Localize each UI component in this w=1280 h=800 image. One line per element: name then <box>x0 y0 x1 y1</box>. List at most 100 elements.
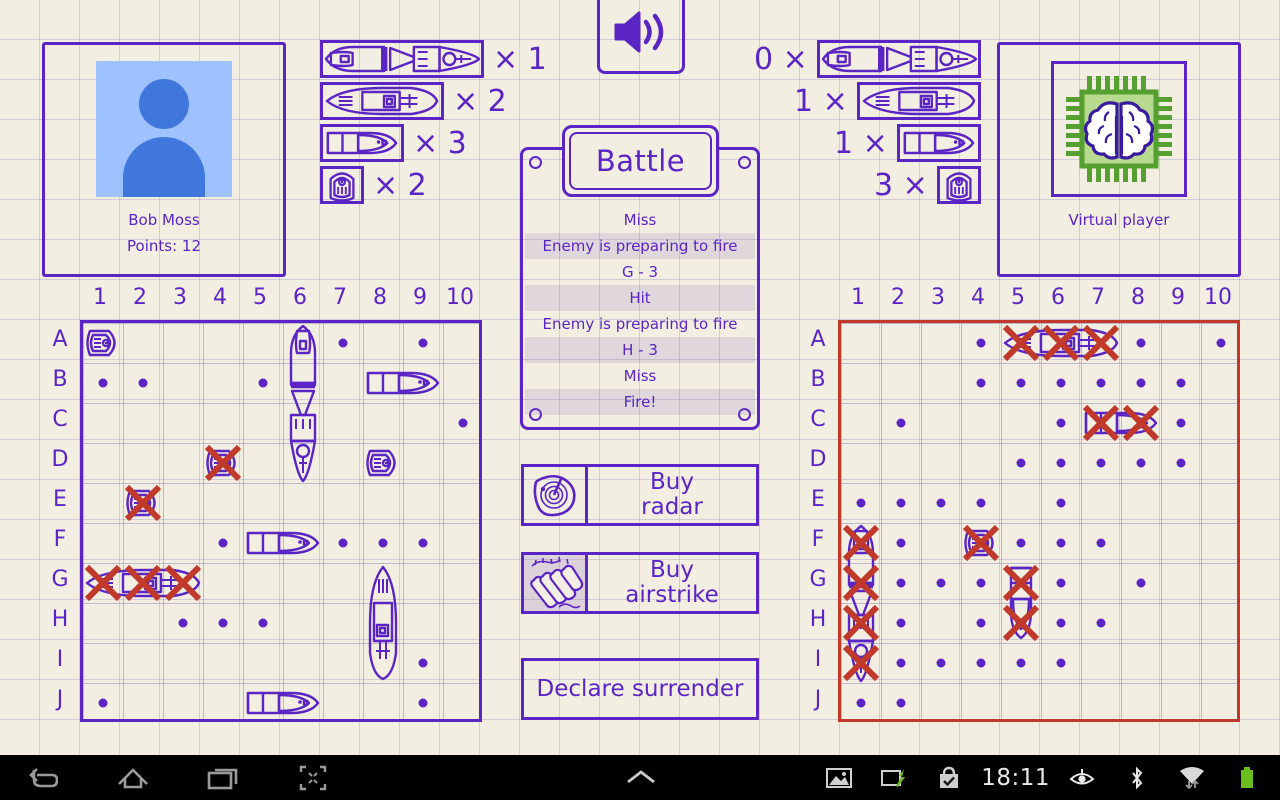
ship-count-cruiser: 1 × <box>794 83 848 119</box>
miss-marker <box>363 523 403 563</box>
fleet-counter-enemy: 0 × 1 × 1 × 3 × <box>745 38 981 206</box>
miss-marker <box>1041 483 1081 523</box>
battle-log-entry: Hit <box>525 285 755 311</box>
own-col-label: 3 <box>173 285 187 310</box>
miss-marker <box>881 643 921 683</box>
miss-marker <box>881 563 921 603</box>
enemy-row-label: J <box>814 687 822 712</box>
ship-count-submarine: × 2 <box>373 167 427 203</box>
miss-marker <box>323 323 363 363</box>
ship-count-destroyer: × 3 <box>413 125 467 161</box>
miss-marker <box>1001 443 1041 483</box>
player-name: Bob Moss <box>128 211 200 229</box>
miss-marker <box>403 643 443 683</box>
keyboard-up-icon[interactable] <box>618 763 664 793</box>
usb-debug-icon[interactable] <box>871 763 917 793</box>
miss-marker <box>1081 443 1121 483</box>
enemy-col-label: 8 <box>1131 285 1145 310</box>
buy-airstrike-line2: airstrike <box>625 582 719 608</box>
own-board-grid <box>80 320 482 722</box>
battery-icon <box>1224 763 1270 793</box>
own-col-label: 8 <box>373 285 387 310</box>
miss-marker <box>1041 643 1081 683</box>
buy-radar-button[interactable]: Buy radar <box>521 464 759 526</box>
buy-radar-label: Buy radar <box>588 470 756 520</box>
miss-marker <box>961 483 1001 523</box>
player-card-ai: Virtual player <box>997 42 1241 277</box>
miss-marker <box>961 643 1001 683</box>
enemy-col-label: 2 <box>891 285 905 310</box>
fleet-row-cruiser: 1 × <box>745 80 981 122</box>
sound-toggle-button[interactable] <box>597 0 685 74</box>
own-col-label: 10 <box>446 285 474 310</box>
own-row-label: I <box>56 647 64 672</box>
miss-marker <box>841 483 881 523</box>
own-row-label: D <box>51 447 69 472</box>
hit-marker <box>123 483 163 523</box>
miss-marker <box>1161 403 1201 443</box>
own-row-label: G <box>51 567 69 592</box>
miss-marker <box>403 323 443 363</box>
miss-marker <box>1041 363 1081 403</box>
own-row-label: F <box>53 527 67 552</box>
miss-marker <box>1121 443 1161 483</box>
miss-marker <box>921 563 961 603</box>
ship-icon-destroyer <box>896 124 981 162</box>
ship-destroyer <box>243 523 323 563</box>
hit-marker <box>841 523 881 563</box>
ship-icon-cruiser <box>856 82 981 120</box>
hit-marker <box>203 443 243 483</box>
hit-marker <box>841 603 881 643</box>
buy-radar-line2: radar <box>641 494 703 520</box>
battle-log-entry: Miss <box>623 211 657 229</box>
own-row-label: J <box>56 687 64 712</box>
miss-marker <box>1041 603 1081 643</box>
back-icon[interactable] <box>20 763 66 793</box>
miss-marker <box>961 563 1001 603</box>
ship-icon-cruiser <box>320 82 444 120</box>
enemy-row-label: C <box>810 407 826 432</box>
miss-marker <box>841 683 881 723</box>
miss-marker <box>203 603 243 643</box>
fleet-row-submarine: 3 × <box>745 164 981 206</box>
miss-marker <box>1201 323 1241 363</box>
enemy-board-grid[interactable] <box>838 320 1240 722</box>
screenshot-icon[interactable] <box>816 763 862 793</box>
fullscreen-icon[interactable] <box>290 763 336 793</box>
miss-marker <box>881 683 921 723</box>
own-col-label: 9 <box>413 285 427 310</box>
recents-icon[interactable] <box>200 763 246 793</box>
miss-marker <box>881 403 921 443</box>
hit-marker <box>163 563 203 603</box>
enemy-row-label: F <box>811 527 825 552</box>
miss-marker <box>203 523 243 563</box>
miss-marker <box>1161 443 1201 483</box>
miss-marker <box>243 603 283 643</box>
own-board-row-labels: ABCDEFGHIJ <box>40 320 80 720</box>
miss-marker <box>83 363 123 403</box>
ship-icon-battleship <box>816 40 981 78</box>
ship-submarine <box>83 323 123 363</box>
buy-airstrike-line1: Buy <box>650 557 694 583</box>
home-icon[interactable] <box>110 763 156 793</box>
enemy-col-label: 9 <box>1171 285 1185 310</box>
enemy-board-row-labels: ABCDEFGHIJ <box>798 320 838 720</box>
buy-airstrike-label: Buy airstrike <box>588 558 756 608</box>
buy-airstrike-button[interactable]: Buy airstrike <box>521 552 759 614</box>
miss-marker <box>881 483 921 523</box>
own-board-cells <box>83 323 479 719</box>
ship-count-battleship: × 1 <box>493 41 547 77</box>
play-store-icon[interactable] <box>926 763 972 793</box>
miss-marker <box>881 603 921 643</box>
miss-marker <box>1041 403 1081 443</box>
miss-marker <box>961 603 1001 643</box>
battle-log-list: Miss Enemy is preparing to fire G - 3 Hit En… <box>525 207 755 415</box>
android-status-icons: 18:11 <box>816 763 1270 793</box>
miss-marker <box>1121 363 1161 403</box>
hit-marker <box>1001 563 1041 603</box>
miss-marker <box>1121 563 1161 603</box>
declare-surrender-button[interactable]: Declare surrender <box>521 658 759 720</box>
player-points: Points: 12 <box>127 237 201 256</box>
ship-cruiser <box>363 563 403 683</box>
miss-marker <box>921 483 961 523</box>
